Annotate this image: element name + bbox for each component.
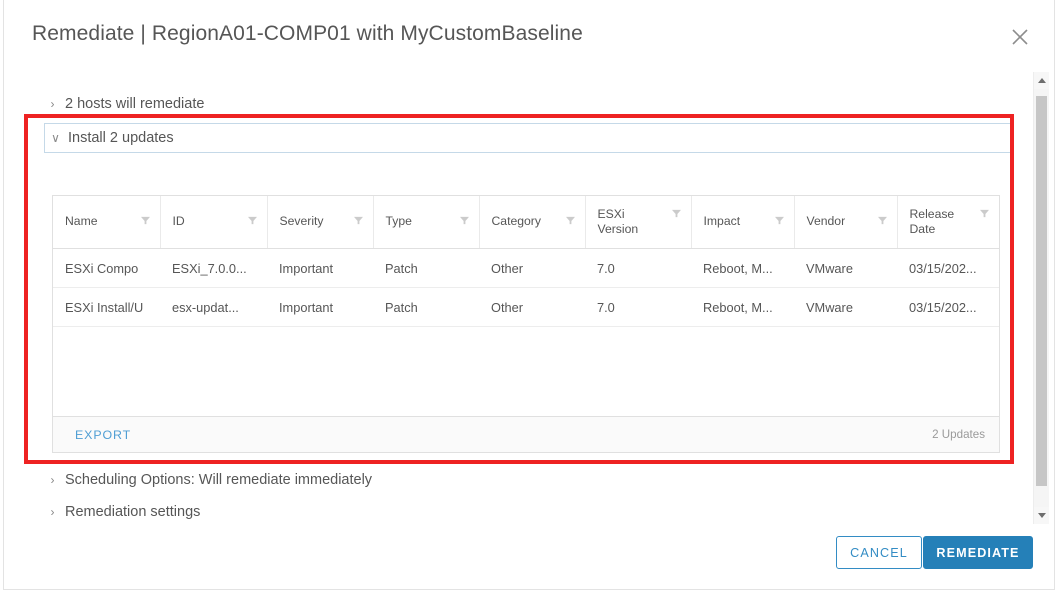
vertical-scrollbar[interactable] <box>1033 72 1049 524</box>
remediate-dialog: Remediate | RegionA01-COMP01 with MyCust… <box>3 0 1055 590</box>
filter-icon[interactable] <box>774 216 784 225</box>
cell-type: Patch <box>373 248 479 288</box>
filter-icon[interactable] <box>140 216 150 225</box>
accordion-remediation-settings-label: Remediation settings <box>65 504 201 520</box>
updates-table-card: Name ID Severity Type Category ESXi Vers… <box>52 195 1000 453</box>
updates-table: Name ID Severity Type Category ESXi Vers… <box>53 196 999 327</box>
filter-icon[interactable] <box>671 209 681 218</box>
scroll-up-button[interactable] <box>1034 72 1049 89</box>
column-header-type[interactable]: Type <box>373 196 480 249</box>
dialog-footer: CANCEL REMEDIATE <box>4 523 1054 589</box>
table-row[interactable]: ESXi Install/U esx-updat... Important Pa… <box>53 287 999 327</box>
cell-name: ESXi Compo <box>53 248 160 288</box>
column-header-vendor-label: Vendor <box>806 214 846 229</box>
cancel-button[interactable]: CANCEL <box>836 536 922 569</box>
close-icon-glyph <box>1012 29 1028 45</box>
cell-category: Other <box>479 248 585 288</box>
dialog-body: › 2 hosts will remediate ∨ Install 2 upd… <box>4 68 1056 525</box>
table-row[interactable]: ESXi Compo ESXi_7.0.0... Important Patch… <box>53 248 999 288</box>
column-header-name-label: Name <box>65 214 98 229</box>
table-footer: EXPORT 2 Updates <box>53 416 999 452</box>
cell-release-date: 03/15/202... <box>897 248 999 288</box>
column-header-id-label: ID <box>172 214 185 229</box>
filter-icon[interactable] <box>980 209 989 218</box>
cell-type: Patch <box>373 287 479 327</box>
accordion-scheduling-options[interactable]: › Scheduling Options: Will remediate imm… <box>48 472 373 488</box>
chevron-right-icon: › <box>50 97 55 111</box>
column-header-esxi-version-label: ESXi Version <box>597 206 639 236</box>
filter-icon[interactable] <box>565 216 575 225</box>
triangle-up-icon <box>1037 78 1046 83</box>
updates-count-label: 2 Updates <box>932 428 985 441</box>
cell-id: esx-updat... <box>160 287 267 327</box>
dialog-header: Remediate | RegionA01-COMP01 with MyCust… <box>4 0 1054 68</box>
cell-vendor: VMware <box>794 248 897 288</box>
cell-vendor: VMware <box>794 287 897 327</box>
column-header-release-date[interactable]: Release Date <box>897 196 999 249</box>
cell-impact: Reboot, M... <box>691 287 794 327</box>
cell-esxi-version: 7.0 <box>585 287 691 327</box>
cell-impact: Reboot, M... <box>691 248 794 288</box>
cell-esxi-version: 7.0 <box>585 248 691 288</box>
scroll-down-button[interactable] <box>1034 507 1049 524</box>
cell-category: Other <box>479 287 585 327</box>
cell-name: ESXi Install/U <box>53 287 160 327</box>
table-header-row: Name ID Severity Type Category ESXi Vers… <box>53 196 999 249</box>
filter-icon[interactable] <box>877 216 887 225</box>
column-header-vendor[interactable]: Vendor <box>794 196 898 249</box>
chevron-right-icon: › <box>50 505 55 519</box>
column-header-severity-label: Severity <box>279 214 324 229</box>
column-header-impact-label: Impact <box>703 214 741 229</box>
table-empty-area <box>53 377 999 417</box>
column-header-id[interactable]: ID <box>160 196 268 249</box>
export-button[interactable]: EXPORT <box>75 428 131 442</box>
cell-id: ESXi_7.0.0... <box>160 248 267 288</box>
column-header-esxi-version[interactable]: ESXi Version <box>585 196 692 249</box>
accordion-remediation-settings[interactable]: › Remediation settings <box>48 504 201 520</box>
filter-icon[interactable] <box>353 216 363 225</box>
column-header-severity[interactable]: Severity <box>267 196 374 249</box>
cell-severity: Important <box>267 248 373 288</box>
page-title: Remediate | RegionA01-COMP01 with MyCust… <box>32 22 583 45</box>
scrollbar-thumb[interactable] <box>1036 96 1047 486</box>
cell-release-date: 03/15/202... <box>897 287 999 327</box>
triangle-down-icon <box>1037 513 1046 518</box>
column-header-category[interactable]: Category <box>479 196 586 249</box>
chevron-right-icon: › <box>50 473 55 487</box>
column-header-name[interactable]: Name <box>53 196 161 249</box>
column-header-category-label: Category <box>491 214 541 229</box>
close-icon[interactable] <box>1008 25 1032 49</box>
filter-icon[interactable] <box>459 216 469 225</box>
cell-severity: Important <box>267 287 373 327</box>
accordion-install-updates-label: Install 2 updates <box>68 130 174 146</box>
filter-icon[interactable] <box>247 216 257 225</box>
chevron-down-icon: ∨ <box>51 131 60 145</box>
column-header-type-label: Type <box>385 214 412 229</box>
column-header-release-date-label: Release Date <box>909 206 955 236</box>
accordion-hosts-label: 2 hosts will remediate <box>65 96 205 112</box>
remediate-button[interactable]: REMEDIATE <box>923 536 1033 569</box>
accordion-hosts-will-remediate[interactable]: › 2 hosts will remediate <box>48 96 205 112</box>
column-header-impact[interactable]: Impact <box>691 196 795 249</box>
accordion-install-updates[interactable]: ∨ Install 2 updates <box>44 123 1012 153</box>
accordion-scheduling-label: Scheduling Options: Will remediate immed… <box>65 472 373 488</box>
